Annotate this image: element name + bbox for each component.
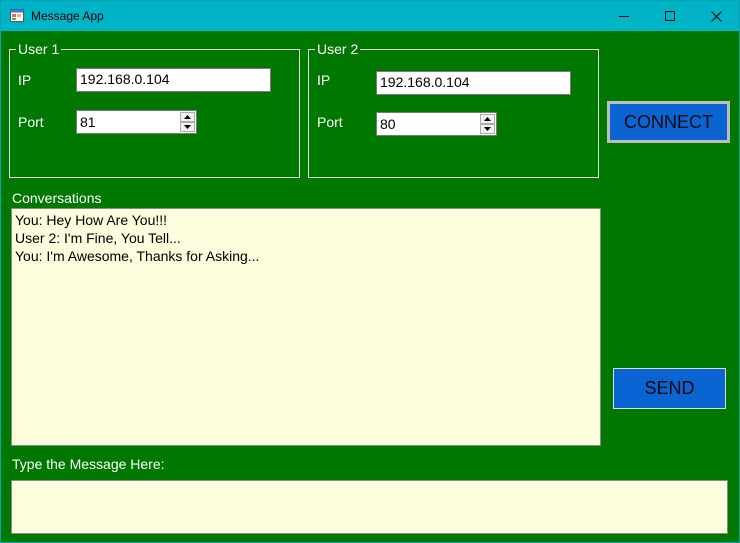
minimize-icon	[619, 16, 629, 17]
user2-port-up-button[interactable]	[480, 114, 495, 124]
conversations-label: Conversations	[12, 190, 102, 206]
user2-port-label: Port	[317, 114, 343, 130]
arrow-down-icon	[484, 127, 491, 131]
arrow-up-icon	[184, 115, 191, 119]
user1-port-label: Port	[18, 114, 44, 130]
maximize-icon	[665, 11, 675, 21]
conversation-line: User 2: I'm Fine, You Tell...	[15, 230, 181, 246]
minimize-button[interactable]	[601, 1, 647, 31]
user1-group-label: User 1	[16, 41, 62, 57]
maximize-button[interactable]	[647, 1, 693, 31]
user1-ip-input[interactable]: 192.168.0.104	[76, 68, 271, 92]
message-label: Type the Message Here:	[12, 456, 165, 472]
conversation-line: You: Hey How Are You!!!	[15, 212, 168, 228]
close-button[interactable]	[693, 1, 739, 31]
user2-port-spin	[480, 114, 495, 134]
user2-ip-input[interactable]: 192.168.0.104	[376, 71, 571, 95]
user2-port-stepper[interactable]: 80	[376, 112, 497, 136]
user2-ip-label: IP	[317, 72, 331, 88]
title-bar[interactable]: Message App	[1, 1, 739, 31]
user2-port-down-button[interactable]	[480, 124, 495, 134]
user2-port-value: 80	[380, 116, 396, 132]
arrow-up-icon	[484, 117, 491, 121]
conversation-line: You: I'm Awesome, Thanks for Asking...	[15, 248, 260, 264]
user1-port-spin	[180, 112, 195, 132]
user2-group-label: User 2	[315, 41, 361, 57]
app-window: Message App User 1 IP 192.168.0.104 Port…	[0, 0, 740, 543]
user1-port-down-button[interactable]	[180, 122, 195, 132]
user1-port-value: 81	[80, 114, 96, 130]
user1-ip-label: IP	[18, 72, 32, 88]
connect-button[interactable]: CONNECT	[607, 101, 730, 143]
user1-port-stepper[interactable]: 81	[76, 110, 197, 134]
window-title: Message App	[31, 9, 104, 23]
conversation-log[interactable]: You: Hey How Are You!!! User 2: I'm Fine…	[11, 208, 601, 446]
send-button[interactable]: SEND	[613, 368, 726, 409]
message-input[interactable]	[11, 480, 728, 534]
close-icon	[710, 10, 722, 22]
app-icon	[10, 9, 24, 22]
arrow-down-icon	[184, 125, 191, 129]
user1-port-up-button[interactable]	[180, 112, 195, 122]
